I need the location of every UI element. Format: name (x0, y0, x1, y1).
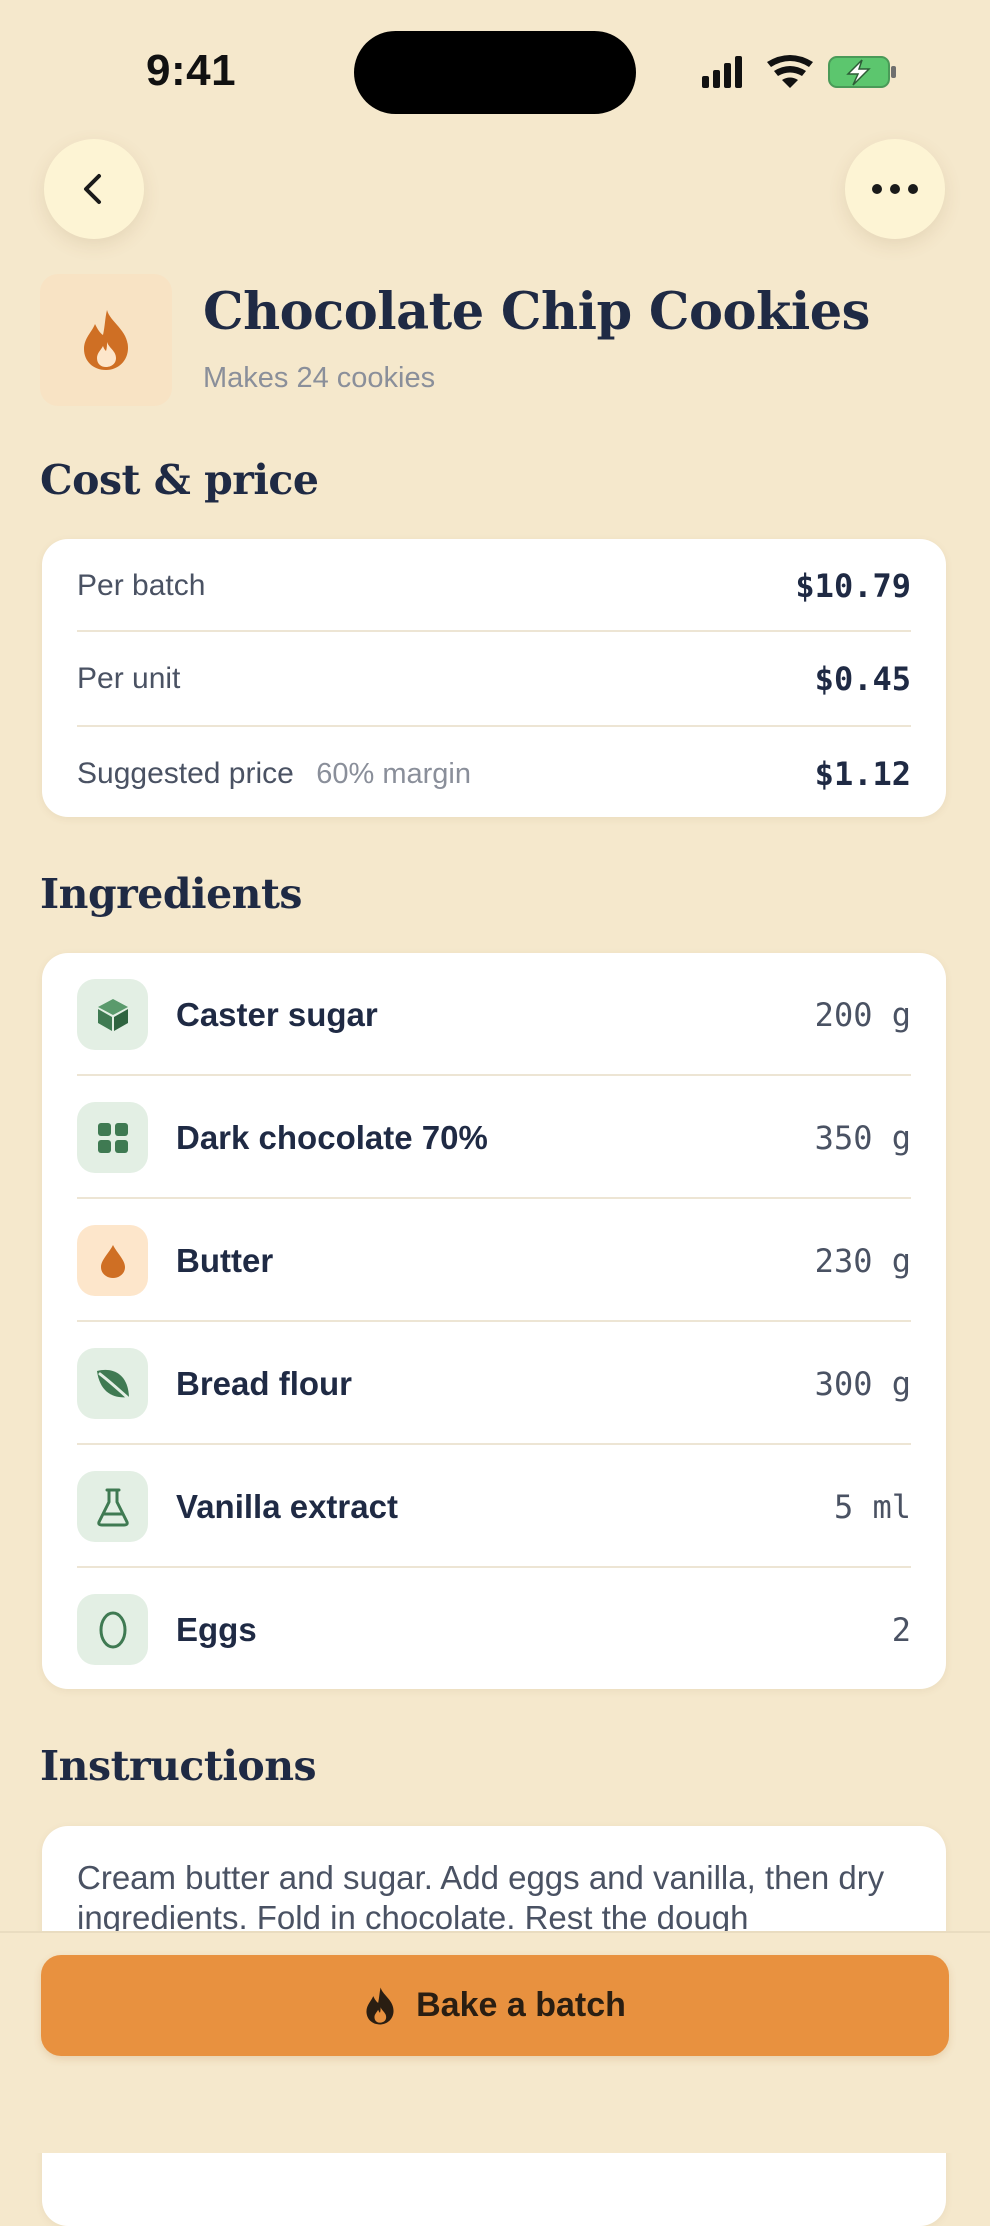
cost-row-per-batch: Per batch $10.79 (77, 539, 911, 633)
ingredient-icon-badge (77, 979, 148, 1050)
wifi-icon (767, 55, 813, 88)
margin-note: 60% margin (316, 758, 472, 790)
ingredient-quantity: 300 g (814, 1364, 911, 1403)
ingredient-quantity: 200 g (814, 995, 911, 1034)
instructions-section-heading: Instructions (40, 1742, 317, 1790)
ingredient-name: Vanilla extract (176, 1487, 398, 1525)
ingredient-row[interactable]: Butter 230 g (77, 1199, 911, 1322)
bake-batch-button[interactable]: Bake a batch (41, 1955, 949, 2056)
ingredient-icon-badge (77, 1348, 148, 1419)
ingredient-row[interactable]: Caster sugar 200 g (77, 953, 911, 1076)
ingredient-name: Eggs (176, 1610, 257, 1648)
ingredient-quantity: 5 ml (833, 1487, 911, 1526)
flame-icon (366, 1987, 394, 2024)
cost-row-suggested-price: Suggested price 60% margin $1.12 (77, 727, 911, 817)
recipe-title: Chocolate Chip Cookies (203, 282, 870, 342)
recipe-subtitle: Makes 24 cookies (203, 362, 436, 394)
dynamic-island (354, 31, 636, 114)
ingredient-row[interactable]: Bread flour 300 g (77, 1322, 911, 1445)
ingredient-row[interactable]: Dark chocolate 70% 350 g (77, 1076, 911, 1199)
ellipsis-icon (872, 184, 918, 194)
instructions-text: Cream butter and sugar. Add eggs and van… (77, 1859, 885, 1936)
ingredient-name: Bread flour (176, 1364, 353, 1402)
cube-icon (97, 998, 128, 1031)
ingredient-quantity: 350 g (814, 1118, 911, 1157)
chevron-left-icon (84, 174, 101, 204)
recipe-icon (40, 274, 172, 406)
droplet-icon (100, 1244, 125, 1278)
ingredients-card: Caster sugar 200 g Dark chocolate 70% 35… (42, 953, 946, 1689)
cost-row-per-unit: Per unit $0.45 (77, 632, 911, 726)
more-options-button[interactable] (845, 139, 945, 239)
ingredient-quantity: 2 (891, 1610, 911, 1649)
back-button[interactable] (44, 139, 144, 239)
flame-icon (84, 310, 128, 370)
cost-label: Per unit (77, 662, 181, 695)
ingredient-quantity: 230 g (814, 1241, 911, 1280)
ingredient-icon-badge (77, 1225, 148, 1296)
cost-label: Suggested price (77, 757, 294, 790)
cost-label-group: Suggested price 60% margin (77, 757, 471, 791)
grid-icon (97, 1122, 128, 1153)
bake-batch-label: Bake a batch (416, 1986, 626, 2024)
ingredient-row[interactable]: Eggs 2 (77, 1568, 911, 1689)
cost-card: Per batch $10.79 Per unit $0.45 Suggeste… (42, 539, 946, 817)
cost-label: Per batch (77, 569, 206, 602)
battery-charging-icon (828, 56, 896, 88)
status-bar: 9:41 (0, 0, 990, 120)
signal-icon (702, 56, 742, 88)
ingredient-icon-badge (77, 1594, 148, 1665)
egg-icon (99, 1611, 126, 1648)
status-icons (702, 55, 896, 88)
ingredient-icon-badge (77, 1471, 148, 1542)
flask-icon (96, 1488, 129, 1526)
ingredients-section-heading: Ingredients (40, 870, 303, 918)
cost-value: $1.12 (814, 755, 911, 793)
ingredient-name: Caster sugar (176, 995, 378, 1033)
cost-value: $0.45 (814, 660, 911, 698)
status-time: 9:41 (146, 46, 237, 95)
ingredient-row[interactable]: Vanilla extract 5 ml (77, 1445, 911, 1568)
ingredient-name: Butter (176, 1241, 274, 1279)
leaf-icon (96, 1369, 129, 1399)
cost-value: $10.79 (795, 567, 911, 605)
ingredient-name: Dark chocolate 70% (176, 1118, 488, 1156)
cost-section-heading: Cost & price (40, 456, 319, 504)
ingredient-icon-badge (77, 1102, 148, 1173)
